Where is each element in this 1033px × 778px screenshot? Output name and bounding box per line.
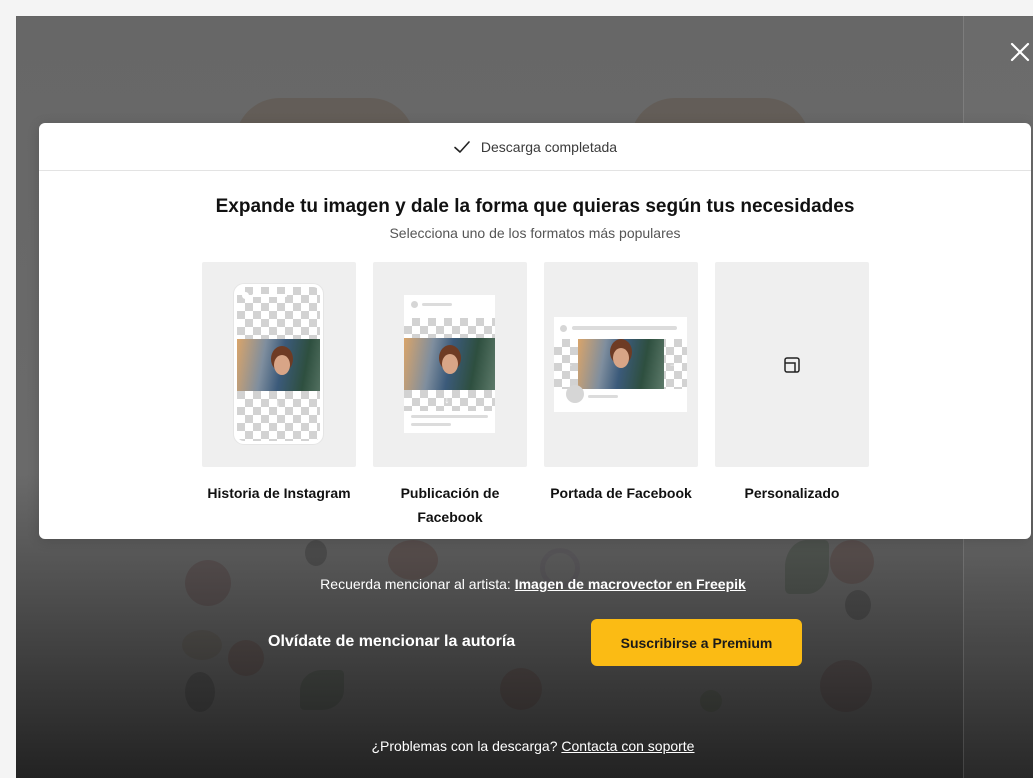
- instagram-story-thumbnail: ↑ ↓: [202, 262, 356, 467]
- check-icon: [453, 138, 471, 156]
- format-card-instagram-story[interactable]: ↑ ↓ Historia de Instagram: [202, 262, 356, 529]
- format-cards: ↑ ↓ Historia de Instagram ↑ ↓ Publicació…: [202, 262, 869, 529]
- support-prefix: ¿Problemas con la descarga?: [371, 738, 558, 754]
- download-status-text: Descarga completada: [480, 138, 618, 155]
- premium-promo-text: Olvídate de mencionar la autoría: [268, 633, 516, 650]
- format-card-label: Portada de Facebook: [550, 485, 692, 501]
- download-modal: Descarga completada Expande tu imagen y …: [39, 123, 1031, 539]
- modal-subtitle: Selecciona uno de los formatos más popul…: [389, 225, 681, 241]
- format-card-custom[interactable]: Personalizado: [715, 262, 869, 529]
- expand-frame-icon: [782, 355, 802, 375]
- format-card-facebook-cover[interactable]: ← → Portada de Facebook: [544, 262, 698, 529]
- format-card-label: Historia de Instagram: [207, 485, 351, 501]
- facebook-post-thumbnail: ↑ ↓: [373, 262, 527, 467]
- download-status-bar: Descarga completada: [39, 123, 1031, 171]
- format-card-label: Personalizado: [744, 485, 840, 501]
- attribution-line: Recuerda mencionar al artista: Imagen de…: [0, 576, 1033, 592]
- format-card-facebook-post[interactable]: ↑ ↓ Publicación de Facebook: [373, 262, 527, 529]
- attribution-link[interactable]: Imagen de macrovector en Freepik: [515, 576, 746, 592]
- support-line: ¿Problemas con la descarga? Contacta con…: [0, 738, 1033, 754]
- modal-title: Expande tu imagen y dale la forma que qu…: [215, 196, 855, 217]
- attribution-prefix: Recuerda mencionar al artista:: [320, 576, 511, 592]
- custom-thumbnail: [715, 262, 869, 467]
- close-icon[interactable]: [1006, 38, 1033, 66]
- facebook-cover-thumbnail: ← →: [544, 262, 698, 467]
- contact-support-link[interactable]: Contacta con soporte: [561, 738, 694, 754]
- format-card-label: Publicación de Facebook: [400, 485, 500, 525]
- subscribe-premium-button[interactable]: Suscribirse a Premium: [591, 619, 802, 666]
